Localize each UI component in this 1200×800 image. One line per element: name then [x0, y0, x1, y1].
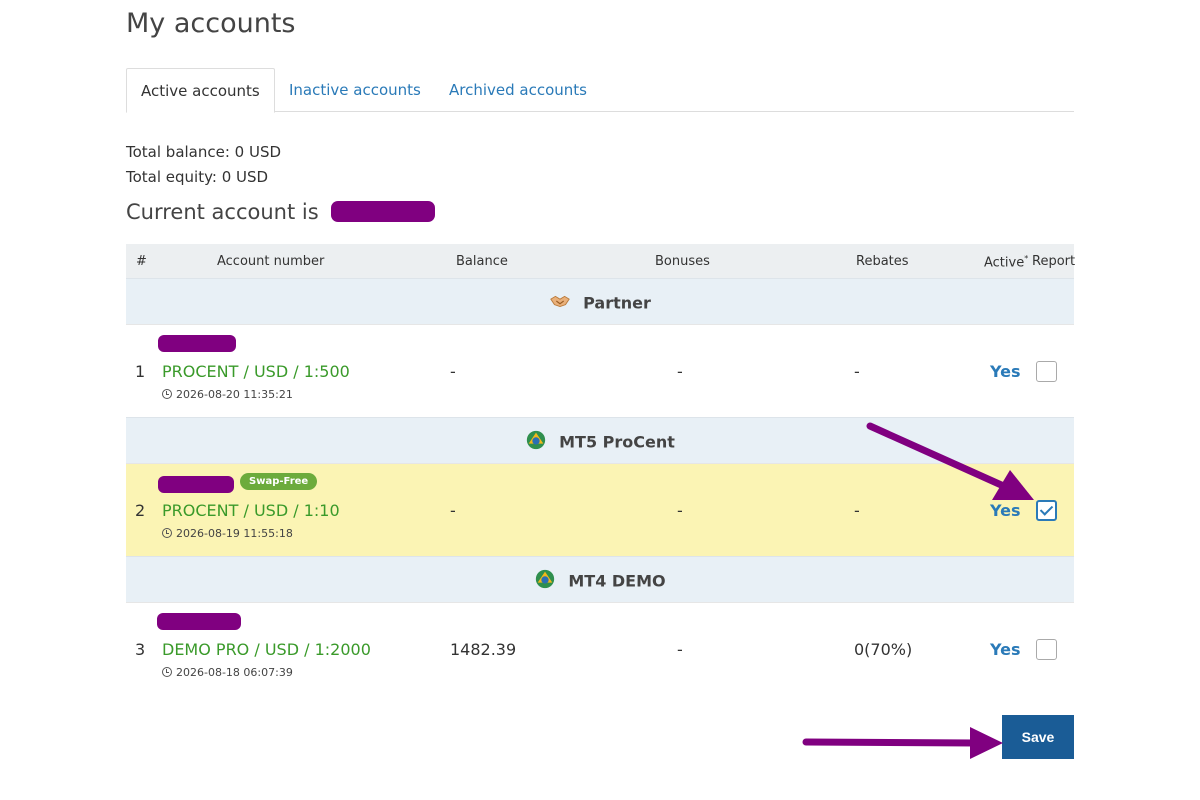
- row-number: 3: [135, 640, 146, 659]
- page-title: My accounts: [126, 8, 296, 39]
- report-checkbox[interactable]: [1036, 361, 1057, 382]
- group-name: MT5 ProCent: [559, 432, 675, 452]
- clock-icon: [162, 667, 172, 677]
- redacted-account-number: [158, 335, 236, 352]
- bonuses-value: -: [677, 362, 683, 381]
- redacted-account-number: [158, 476, 234, 493]
- balance-value: -: [450, 501, 456, 520]
- total-equity: Total equity: 0 USD: [126, 168, 269, 186]
- group-name: MT4 DEMO: [568, 571, 666, 591]
- swap-free-badge: Swap-Free: [240, 473, 318, 490]
- group-header-partner: Partner: [126, 278, 1074, 324]
- header-balance: Balance: [456, 254, 508, 269]
- account-type: DEMO PRO / USD / 1:2000: [162, 640, 371, 659]
- redacted-account-number: [157, 613, 241, 630]
- table-row: 2 Swap-Free PROCENT / USD / 1:10 2026-08…: [126, 463, 1074, 556]
- rebates-value: -: [854, 362, 860, 381]
- current-account: Current account is: [126, 200, 436, 224]
- account-date: 2026-08-19 11:55:18: [162, 527, 293, 540]
- accounts-table: # Account number Balance Bonuses Rebates…: [126, 244, 1076, 695]
- table-header: # Account number Balance Bonuses Rebates…: [126, 244, 1076, 278]
- account-date: 2026-08-20 11:35:21: [162, 388, 293, 401]
- active-status: Yes: [990, 640, 1021, 659]
- report-checkbox[interactable]: [1036, 500, 1057, 521]
- header-num: #: [136, 254, 147, 269]
- tab-archived-accounts[interactable]: Archived accounts: [435, 68, 601, 112]
- account-totals: Total balance: 0 USD Total equity: 0 USD: [126, 140, 281, 190]
- save-button[interactable]: Save: [1002, 715, 1074, 759]
- rebates-value: -: [854, 501, 860, 520]
- redacted-account-number: [331, 200, 436, 222]
- tab-inactive-accounts[interactable]: Inactive accounts: [275, 68, 435, 112]
- current-account-label: Current account is: [126, 200, 319, 224]
- account-date: 2026-08-18 06:07:39: [162, 666, 293, 679]
- table-row: 3 DEMO PRO / USD / 1:2000 2026-08-18 06:…: [126, 602, 1074, 695]
- account-type: PROCENT / USD / 1:500: [162, 362, 350, 381]
- header-bonuses: Bonuses: [655, 254, 710, 269]
- arrow-to-save-button: [802, 727, 1003, 759]
- account-tabs: Active accounts Inactive accounts Archiv…: [126, 68, 1074, 113]
- tab-active-accounts[interactable]: Active accounts: [126, 68, 275, 113]
- group-name: Partner: [583, 293, 651, 313]
- bonuses-value: -: [677, 501, 683, 520]
- header-account-number: Account number: [217, 254, 325, 269]
- active-status: Yes: [990, 501, 1021, 520]
- header-rebates: Rebates: [856, 254, 909, 269]
- clock-icon: [162, 389, 172, 399]
- rebates-value: 0(70%): [854, 640, 913, 659]
- metatrader-icon: [536, 569, 555, 589]
- row-number: 2: [135, 501, 146, 520]
- metatrader-icon: [526, 430, 546, 450]
- clock-icon: [162, 528, 172, 538]
- group-header-mt5-procent: MT5 ProCent: [126, 417, 1074, 463]
- header-report: Report: [1032, 254, 1076, 269]
- header-active: Active*: [984, 254, 1029, 271]
- report-checkbox[interactable]: [1036, 639, 1057, 660]
- bonuses-value: -: [677, 640, 683, 659]
- active-status: Yes: [990, 362, 1021, 381]
- group-header-mt4-demo: MT4 DEMO: [126, 556, 1074, 602]
- balance-value: -: [450, 362, 456, 381]
- handshake-icon: [550, 295, 570, 307]
- total-balance: Total balance: 0 USD: [126, 143, 282, 161]
- row-number: 1: [135, 362, 146, 381]
- table-row: 1 PROCENT / USD / 1:500 2026-08-20 11:35…: [126, 324, 1074, 417]
- account-type: PROCENT / USD / 1:10: [162, 501, 340, 520]
- balance-value: 1482.39: [450, 640, 517, 659]
